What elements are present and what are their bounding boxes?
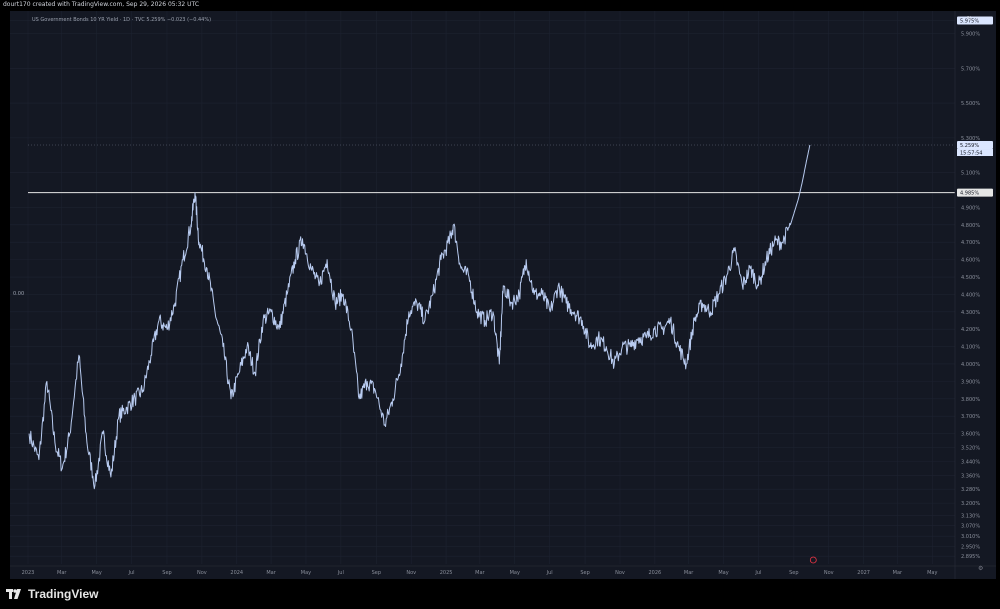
last-price-label: 5.259% [960,143,979,149]
percent-scale-label[interactable]: % [967,16,972,22]
y-tick-label: 3.070% [961,524,980,530]
footer-bar: TradingView [0,581,1000,609]
y-tick-label: 4.400% [961,292,980,298]
y-tick-label: 3.360% [961,473,980,479]
x-tick-label: May [718,570,728,576]
y-tick-label: 5.900% [961,32,980,38]
y-tick-label: 4.100% [961,345,980,351]
x-tick-label: 2025 [440,570,453,576]
x-tick-label: Nov [197,570,207,576]
x-tick-label: Jul [337,570,344,576]
x-tick-label: Mar [475,570,485,576]
y-tick-label: 3.280% [961,487,980,493]
top-bar: dourt170 created with TradingView.com, S… [0,0,1000,11]
x-tick-label: Mar [893,570,903,576]
y-tick-label: 5.300% [961,136,980,142]
y-tick-label: 3.130% [961,513,980,519]
settings-gear-icon[interactable]: ⚙ [978,565,983,572]
x-tick-label: Nov [824,570,834,576]
y-tick-label: 4.700% [961,240,980,246]
x-tick-label: Mar [57,570,67,576]
tradingview-mark-icon [6,589,21,599]
symbol-legend[interactable]: US Government Bonds 10 YR Yield · 1D · T… [32,17,211,23]
countdown-label: 15:57:54 [960,151,982,157]
x-tick-label: Jul [128,570,135,576]
y-tick-label: 3.600% [961,432,980,438]
x-tick-label: Nov [615,570,625,576]
y-tick-label: 3.800% [961,397,980,403]
y-tick-label: 3.440% [961,459,980,465]
x-tick-label: May [927,570,937,576]
x-tick-label: 2027 [857,570,870,576]
y-tick-label: 4.800% [961,223,980,229]
chart-frame: 5.975%5.900%5.700%5.500%5.300%5.100%4.90… [10,11,996,579]
y-tick-label: 4.000% [961,362,980,368]
y-tick-label: 2.895% [961,554,980,560]
tradingview-logo: TradingView [6,587,98,601]
chart-svg[interactable]: 5.975%5.900%5.700%5.500%5.300%5.100%4.90… [10,11,996,579]
y-tick-label: 4.500% [961,275,980,281]
x-tick-label: Jul [546,570,553,576]
tradingview-wordmark: TradingView [28,587,99,601]
y-tick-label: 3.700% [961,414,980,420]
x-tick-label: Sep [162,570,171,576]
y-tick-label: 3.010% [961,534,980,540]
y-tick-label: 4.300% [961,310,980,316]
created-with-text: dourt170 created with TradingView.com, S… [3,1,200,8]
left-axis-zero-label: 0.00 [13,291,25,297]
x-tick-label: 2026 [649,570,662,576]
y-tick-label: 5.500% [961,101,980,107]
x-tick-label: Mar [684,570,694,576]
y-tick-label: 3.200% [961,501,980,507]
x-tick-label: 2024 [230,570,243,576]
x-tick-label: Jul [754,570,761,576]
y-tick-label: 4.200% [961,327,980,333]
y-tick-label: 4.600% [961,258,980,264]
y-tick-label: 5.100% [961,171,980,177]
x-tick-label: Sep [789,570,798,576]
level-price-label: 4.985% [960,191,979,197]
x-tick-label: Sep [372,570,381,576]
x-tick-label: May [91,570,101,576]
y-tick-label: 3.520% [961,445,980,451]
y-tick-label: 4.900% [961,205,980,211]
x-tick-label: Nov [406,570,416,576]
x-tick-label: May [301,570,311,576]
x-tick-label: Sep [580,570,589,576]
x-tick-label: 2023 [22,570,35,576]
y-tick-label: 3.900% [961,379,980,385]
x-tick-label: May [510,570,520,576]
x-tick-label: Mar [266,570,276,576]
y-tick-label: 2.950% [961,545,980,551]
y-tick-label: 5.700% [961,66,980,72]
